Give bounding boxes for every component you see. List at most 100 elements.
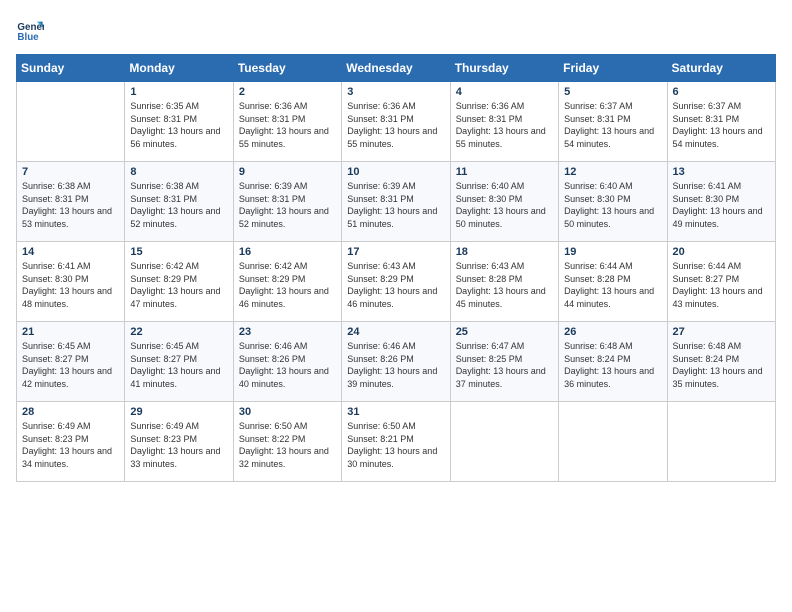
cell-info: Sunrise: 6:46 AMSunset: 8:26 PMDaylight:… xyxy=(347,340,444,390)
day-number: 9 xyxy=(239,166,336,178)
day-number: 8 xyxy=(130,166,227,178)
day-number: 14 xyxy=(22,246,119,258)
day-number: 16 xyxy=(239,246,336,258)
cell-info: Sunrise: 6:43 AMSunset: 8:29 PMDaylight:… xyxy=(347,260,444,310)
calendar-week-row: 21 Sunrise: 6:45 AMSunset: 8:27 PMDayligh… xyxy=(17,322,776,402)
day-number: 7 xyxy=(22,166,119,178)
cell-info: Sunrise: 6:37 AMSunset: 8:31 PMDaylight:… xyxy=(673,100,770,150)
calendar-cell: 6 Sunrise: 6:37 AMSunset: 8:31 PMDaylight… xyxy=(667,82,775,162)
day-number: 6 xyxy=(673,86,770,98)
cell-info: Sunrise: 6:46 AMSunset: 8:26 PMDaylight:… xyxy=(239,340,336,390)
calendar-cell: 11 Sunrise: 6:40 AMSunset: 8:30 PMDayligh… xyxy=(450,162,558,242)
calendar-cell: 7 Sunrise: 6:38 AMSunset: 8:31 PMDaylight… xyxy=(17,162,125,242)
logo: General Blue xyxy=(16,16,44,44)
weekday-header: Monday xyxy=(125,55,233,82)
cell-info: Sunrise: 6:50 AMSunset: 8:22 PMDaylight:… xyxy=(239,420,336,470)
day-number: 26 xyxy=(564,326,661,338)
day-number: 22 xyxy=(130,326,227,338)
cell-info: Sunrise: 6:41 AMSunset: 8:30 PMDaylight:… xyxy=(22,260,119,310)
cell-info: Sunrise: 6:37 AMSunset: 8:31 PMDaylight:… xyxy=(564,100,661,150)
calendar-cell: 26 Sunrise: 6:48 AMSunset: 8:24 PMDayligh… xyxy=(559,322,667,402)
calendar-cell: 8 Sunrise: 6:38 AMSunset: 8:31 PMDaylight… xyxy=(125,162,233,242)
calendar-cell: 18 Sunrise: 6:43 AMSunset: 8:28 PMDayligh… xyxy=(450,242,558,322)
calendar-cell: 15 Sunrise: 6:42 AMSunset: 8:29 PMDayligh… xyxy=(125,242,233,322)
cell-info: Sunrise: 6:39 AMSunset: 8:31 PMDaylight:… xyxy=(347,180,444,230)
cell-info: Sunrise: 6:47 AMSunset: 8:25 PMDaylight:… xyxy=(456,340,553,390)
weekday-header: Tuesday xyxy=(233,55,341,82)
calendar-cell: 4 Sunrise: 6:36 AMSunset: 8:31 PMDaylight… xyxy=(450,82,558,162)
calendar-cell: 14 Sunrise: 6:41 AMSunset: 8:30 PMDayligh… xyxy=(17,242,125,322)
cell-info: Sunrise: 6:44 AMSunset: 8:27 PMDaylight:… xyxy=(673,260,770,310)
cell-info: Sunrise: 6:35 AMSunset: 8:31 PMDaylight:… xyxy=(130,100,227,150)
cell-info: Sunrise: 6:39 AMSunset: 8:31 PMDaylight:… xyxy=(239,180,336,230)
svg-text:Blue: Blue xyxy=(17,32,39,43)
cell-info: Sunrise: 6:36 AMSunset: 8:31 PMDaylight:… xyxy=(239,100,336,150)
day-number: 25 xyxy=(456,326,553,338)
calendar-cell xyxy=(17,82,125,162)
calendar-cell: 22 Sunrise: 6:45 AMSunset: 8:27 PMDayligh… xyxy=(125,322,233,402)
calendar-cell: 1Sunrise: 6:35 AMSunset: 8:31 PMDaylight… xyxy=(125,82,233,162)
calendar-cell: 17 Sunrise: 6:43 AMSunset: 8:29 PMDayligh… xyxy=(342,242,450,322)
cell-info: Sunrise: 6:49 AMSunset: 8:23 PMDaylight:… xyxy=(22,420,119,470)
day-number: 19 xyxy=(564,246,661,258)
calendar-cell: 21 Sunrise: 6:45 AMSunset: 8:27 PMDayligh… xyxy=(17,322,125,402)
calendar-cell: 3 Sunrise: 6:36 AMSunset: 8:31 PMDaylight… xyxy=(342,82,450,162)
cell-info: Sunrise: 6:40 AMSunset: 8:30 PMDaylight:… xyxy=(456,180,553,230)
calendar-cell: 23 Sunrise: 6:46 AMSunset: 8:26 PMDayligh… xyxy=(233,322,341,402)
calendar-body: 1Sunrise: 6:35 AMSunset: 8:31 PMDaylight… xyxy=(17,82,776,482)
day-number: 24 xyxy=(347,326,444,338)
calendar-table: SundayMondayTuesdayWednesdayThursdayFrid… xyxy=(16,54,776,482)
weekday-header: Thursday xyxy=(450,55,558,82)
cell-info: Sunrise: 6:43 AMSunset: 8:28 PMDaylight:… xyxy=(456,260,553,310)
calendar-week-row: 7 Sunrise: 6:38 AMSunset: 8:31 PMDaylight… xyxy=(17,162,776,242)
calendar-week-row: 1Sunrise: 6:35 AMSunset: 8:31 PMDaylight… xyxy=(17,82,776,162)
cell-info: Sunrise: 6:50 AMSunset: 8:21 PMDaylight:… xyxy=(347,420,444,470)
day-number: 13 xyxy=(673,166,770,178)
cell-info: Sunrise: 6:45 AMSunset: 8:27 PMDaylight:… xyxy=(130,340,227,390)
calendar-cell: 16 Sunrise: 6:42 AMSunset: 8:29 PMDayligh… xyxy=(233,242,341,322)
calendar-cell: 20 Sunrise: 6:44 AMSunset: 8:27 PMDayligh… xyxy=(667,242,775,322)
calendar-cell: 27 Sunrise: 6:48 AMSunset: 8:24 PMDayligh… xyxy=(667,322,775,402)
cell-info: Sunrise: 6:45 AMSunset: 8:27 PMDaylight:… xyxy=(22,340,119,390)
page-header: General Blue xyxy=(16,16,776,44)
weekday-header: Friday xyxy=(559,55,667,82)
cell-info: Sunrise: 6:49 AMSunset: 8:23 PMDaylight:… xyxy=(130,420,227,470)
calendar-cell: 25 Sunrise: 6:47 AMSunset: 8:25 PMDayligh… xyxy=(450,322,558,402)
calendar-week-row: 14 Sunrise: 6:41 AMSunset: 8:30 PMDayligh… xyxy=(17,242,776,322)
calendar-week-row: 28Sunrise: 6:49 AMSunset: 8:23 PMDayligh… xyxy=(17,402,776,482)
cell-info: Sunrise: 6:36 AMSunset: 8:31 PMDaylight:… xyxy=(347,100,444,150)
day-number: 17 xyxy=(347,246,444,258)
cell-info: Sunrise: 6:36 AMSunset: 8:31 PMDaylight:… xyxy=(456,100,553,150)
calendar-cell: 2Sunrise: 6:36 AMSunset: 8:31 PMDaylight… xyxy=(233,82,341,162)
calendar-cell: 9 Sunrise: 6:39 AMSunset: 8:31 PMDaylight… xyxy=(233,162,341,242)
cell-info: Sunrise: 6:48 AMSunset: 8:24 PMDaylight:… xyxy=(673,340,770,390)
day-number: 23 xyxy=(239,326,336,338)
weekday-header: Saturday xyxy=(667,55,775,82)
calendar-cell: 29Sunrise: 6:49 AMSunset: 8:23 PMDayligh… xyxy=(125,402,233,482)
calendar-cell xyxy=(559,402,667,482)
cell-info: Sunrise: 6:48 AMSunset: 8:24 PMDaylight:… xyxy=(564,340,661,390)
cell-info: Sunrise: 6:38 AMSunset: 8:31 PMDaylight:… xyxy=(130,180,227,230)
day-number: 20 xyxy=(673,246,770,258)
weekday-header: Sunday xyxy=(17,55,125,82)
header-row: SundayMondayTuesdayWednesdayThursdayFrid… xyxy=(17,55,776,82)
calendar-cell: 19 Sunrise: 6:44 AMSunset: 8:28 PMDayligh… xyxy=(559,242,667,322)
logo-icon: General Blue xyxy=(16,16,44,44)
day-number: 10 xyxy=(347,166,444,178)
cell-info: Sunrise: 6:41 AMSunset: 8:30 PMDaylight:… xyxy=(673,180,770,230)
cell-info: Sunrise: 6:44 AMSunset: 8:28 PMDaylight:… xyxy=(564,260,661,310)
day-number: 21 xyxy=(22,326,119,338)
day-number: 15 xyxy=(130,246,227,258)
day-number: 4 xyxy=(456,86,553,98)
calendar-cell: 12Sunrise: 6:40 AMSunset: 8:30 PMDayligh… xyxy=(559,162,667,242)
day-number: 11 xyxy=(456,166,553,178)
day-number: 27 xyxy=(673,326,770,338)
day-number: 18 xyxy=(456,246,553,258)
calendar-cell: 10 Sunrise: 6:39 AMSunset: 8:31 PMDayligh… xyxy=(342,162,450,242)
cell-info: Sunrise: 6:42 AMSunset: 8:29 PMDaylight:… xyxy=(239,260,336,310)
day-number: 31 xyxy=(347,406,444,418)
day-number: 3 xyxy=(347,86,444,98)
calendar-cell: 5Sunrise: 6:37 AMSunset: 8:31 PMDaylight… xyxy=(559,82,667,162)
cell-info: Sunrise: 6:38 AMSunset: 8:31 PMDaylight:… xyxy=(22,180,119,230)
cell-info: Sunrise: 6:42 AMSunset: 8:29 PMDaylight:… xyxy=(130,260,227,310)
